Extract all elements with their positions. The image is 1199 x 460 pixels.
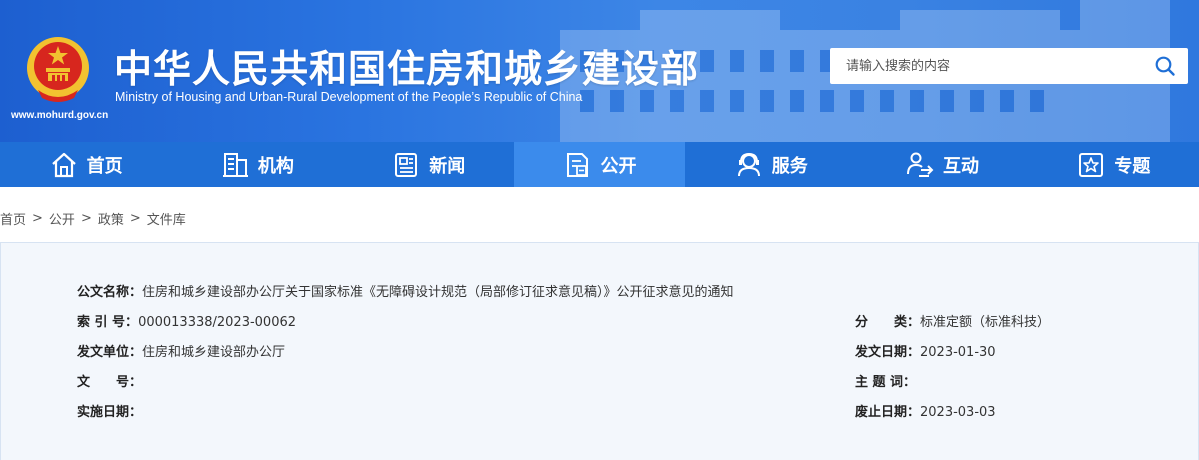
nav-item-label: 公开 <box>600 155 637 177</box>
document-info-panel: 公文名称：住房和城乡建设部办公厅关于国家标准《无障碍设计规范（局部修订征求意见稿… <box>0 242 1199 460</box>
doc-name-label: 公文名称： <box>77 285 143 300</box>
doc-issuer-label: 发文单位： <box>77 345 143 360</box>
nav-item-label: 专题 <box>1114 155 1151 177</box>
service-icon <box>737 152 760 176</box>
public-icon <box>567 152 589 177</box>
doc-index-label: 索 引 号： <box>77 315 139 330</box>
home-icon <box>51 152 76 177</box>
doc-expiry-label: 废止日期： <box>855 405 921 420</box>
breadcrumb-policy[interactable]: 政策 <box>98 209 124 228</box>
nav-item-news[interactable]: 新闻 <box>343 142 514 187</box>
doc-issuer-row: 发文单位：住房和城乡建设部办公厅 <box>77 341 285 360</box>
doc-index-row: 索 引 号：000013338/2023-00062 <box>77 311 296 330</box>
doc-date-value: 2023-01-30 <box>920 345 996 360</box>
nav-item-home[interactable]: 首页 <box>0 142 171 187</box>
site-header: www.mohurd.gov.cn 中华人民共和国住房和城乡建设部 Minist… <box>0 0 1199 142</box>
nav-item-label: 新闻 <box>429 155 466 177</box>
breadcrumb: 首页 > 公开 > 政策 > 文件库 <box>0 209 186 228</box>
doc-effective-label: 实施日期： <box>77 405 143 420</box>
doc-number-row: 文 号： <box>77 371 142 390</box>
doc-name-value: 住房和城乡建设部办公厅关于国家标准《无障碍设计规范（局部修订征求意见稿）》公开征… <box>142 285 734 300</box>
doc-name-row: 公文名称：住房和城乡建设部办公厅关于国家标准《无障碍设计规范（局部修订征求意见稿… <box>77 281 734 300</box>
doc-category-label: 分 类： <box>855 315 921 330</box>
star-topic-icon <box>1079 152 1104 177</box>
breadcrumb-separator: > <box>129 211 141 226</box>
site-title-en: Ministry of Housing and Urban-Rural Deve… <box>115 90 583 104</box>
doc-issuer-value: 住房和城乡建设部办公厅 <box>142 345 286 360</box>
nav-item-interaction[interactable]: 互动 <box>856 142 1027 187</box>
doc-date-label: 发文日期： <box>855 345 921 360</box>
doc-subject-row: 主 题 词： <box>855 371 916 390</box>
site-url: www.mohurd.gov.cn <box>11 110 109 121</box>
doc-index-value: 000013338/2023-00062 <box>138 315 297 330</box>
doc-expiry-value: 2023-03-03 <box>920 405 996 420</box>
breadcrumb-home[interactable]: 首页 <box>0 209 26 228</box>
doc-effective-row: 实施日期： <box>77 401 142 420</box>
doc-date-row: 发文日期：2023-01-30 <box>855 341 996 360</box>
breadcrumb-separator: > <box>32 211 43 226</box>
nav-item-topic[interactable]: 专题 <box>1028 142 1199 187</box>
nav-item-public[interactable]: 公开 <box>513 142 686 187</box>
breadcrumb-public[interactable]: 公开 <box>49 209 75 228</box>
search-input[interactable] <box>830 48 1140 84</box>
news-icon <box>395 152 418 177</box>
site-title-cn[interactable]: 中华人民共和国住房和城乡建设部 <box>114 38 699 93</box>
search-box <box>830 48 1188 84</box>
doc-expiry-row: 废止日期：2023-03-03 <box>855 401 996 420</box>
nav-item-label: 首页 <box>86 155 123 177</box>
doc-subject-label: 主 题 词： <box>855 375 917 390</box>
national-emblem-icon <box>27 37 89 102</box>
nav-item-service[interactable]: 服务 <box>685 142 856 187</box>
breadcrumb-library[interactable]: 文件库 <box>147 209 186 228</box>
building-icon <box>222 152 248 177</box>
breadcrumb-separator: > <box>80 211 92 226</box>
main-nav: 首页 机构 新闻 公开 服务 互动 专题 <box>0 142 1199 187</box>
doc-category-row: 分 类：标准定额（标准科技） <box>855 311 1050 330</box>
interaction-icon <box>907 152 934 177</box>
nav-item-label: 互动 <box>943 155 980 177</box>
nav-item-label: 机构 <box>257 155 294 177</box>
nav-item-org[interactable]: 机构 <box>171 142 342 187</box>
search-icon[interactable] <box>1154 55 1176 77</box>
doc-number-label: 文 号： <box>77 375 143 390</box>
doc-category-value: 标准定额（标准科技） <box>920 315 1051 330</box>
nav-item-label: 服务 <box>771 155 808 177</box>
